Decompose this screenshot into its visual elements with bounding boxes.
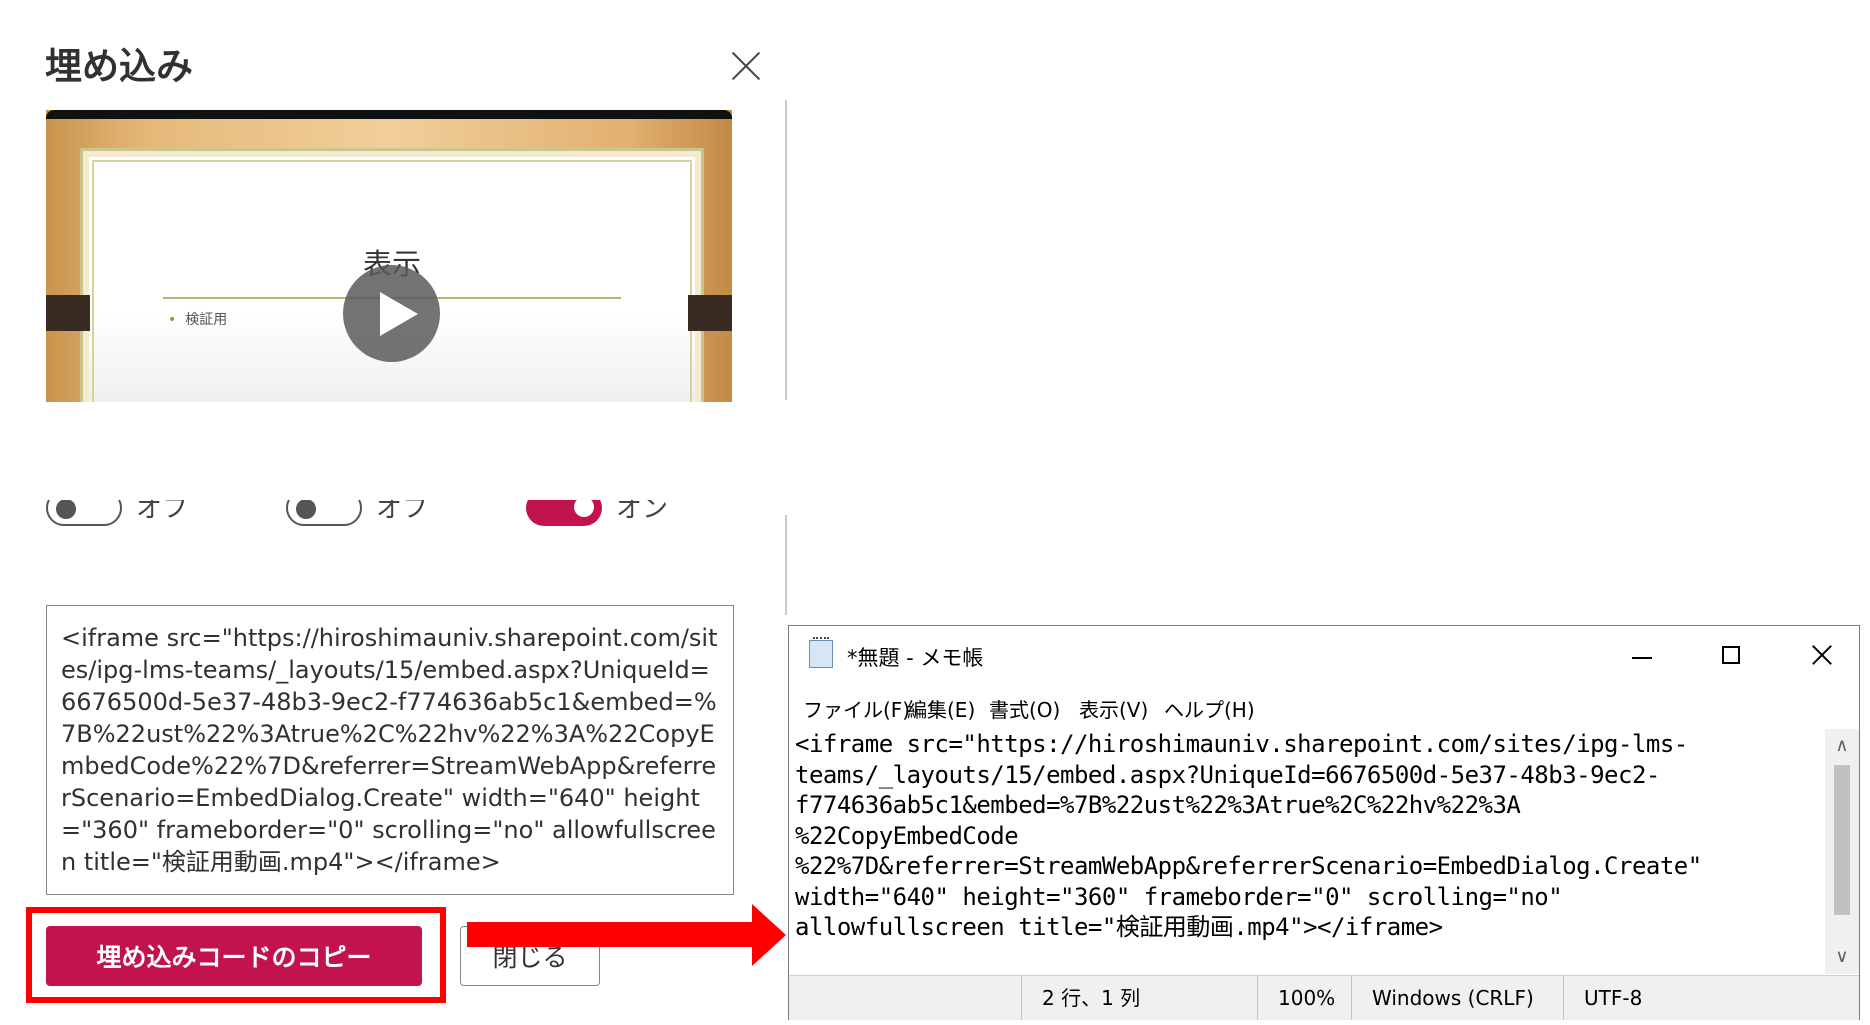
toggle-switch-2[interactable] [286, 500, 362, 526]
status-zoom: 100% [1257, 976, 1351, 1020]
notepad-text-area[interactable]: <iframe src="https://hiroshimauniv.share… [795, 729, 1817, 974]
minimize-icon[interactable] [1597, 626, 1687, 684]
dialog-edge [785, 100, 787, 400]
notepad-icon [809, 637, 833, 668]
thumbnail-top-bar [46, 110, 732, 119]
notepad-titlebar[interactable]: *無題 - メモ帳 [789, 626, 1859, 684]
menu-help[interactable]: ヘルプ(H) [1164, 694, 1255, 723]
maximize-icon[interactable] [1687, 626, 1777, 684]
notepad-statusbar: 2 行、1 列 100% Windows (CRLF) UTF-8 [789, 975, 1859, 1020]
scroll-up-icon[interactable]: ∧ [1825, 729, 1859, 763]
vertical-scrollbar[interactable]: ∧ ∨ [1825, 729, 1859, 974]
embed-code-textarea[interactable]: <iframe src="https://hiroshimauniv.share… [46, 605, 734, 895]
menu-view[interactable]: 表示(V) [1079, 694, 1148, 723]
close-icon[interactable] [725, 45, 767, 87]
status-cursor-position: 2 行、1 列 [1021, 976, 1257, 1020]
notepad-menubar: ファイル(F) 編集(E) 書式(O) 表示(V) ヘルプ(H) [789, 684, 1859, 728]
status-line-ending: Windows (CRLF) [1351, 976, 1563, 1020]
toggle-knob [296, 500, 316, 519]
notepad-window: *無題 - メモ帳 ファイル(F) 編集(E) 書式(O) 表示(V) ヘルプ(… [788, 625, 1860, 1020]
slide-tab-left [46, 295, 90, 331]
toggle-label-1: オフ [136, 500, 189, 524]
scroll-down-icon[interactable]: ∨ [1825, 940, 1859, 974]
dialog-edge [785, 515, 787, 615]
play-icon[interactable] [343, 265, 440, 362]
toggle-switch-3[interactable] [526, 500, 602, 526]
slide-bullet: 検証用 [168, 309, 227, 329]
copy-embed-code-button[interactable]: 埋め込みコードのコピー [46, 926, 422, 986]
status-encoding: UTF-8 [1563, 976, 1823, 1020]
toggle-label-3: オン [616, 500, 669, 524]
toggle-switch-1[interactable] [46, 500, 122, 526]
option-toggles: オフ オフ オン [40, 500, 760, 530]
menu-edit[interactable]: 編集(E) [907, 694, 975, 723]
notepad-title: *無題 - メモ帳 [847, 646, 984, 670]
embed-dialog: 埋め込み 表示 検証用 オフ オフ オン <iframe src="https:… [0, 0, 787, 1025]
arrow-head-icon [752, 904, 786, 966]
toggle-knob [56, 500, 76, 519]
arrow-icon [467, 922, 755, 947]
dialog-title: 埋め込み [45, 45, 193, 88]
menu-format[interactable]: 書式(O) [989, 694, 1060, 723]
slide-tab-right [688, 295, 732, 331]
video-thumbnail[interactable]: 表示 検証用 [46, 110, 732, 402]
scroll-thumb[interactable] [1834, 765, 1850, 915]
toggle-label-2: オフ [376, 500, 429, 524]
toggle-knob [574, 500, 594, 517]
menu-file[interactable]: ファイル(F) [803, 694, 910, 723]
window-close-icon[interactable] [1777, 626, 1867, 684]
